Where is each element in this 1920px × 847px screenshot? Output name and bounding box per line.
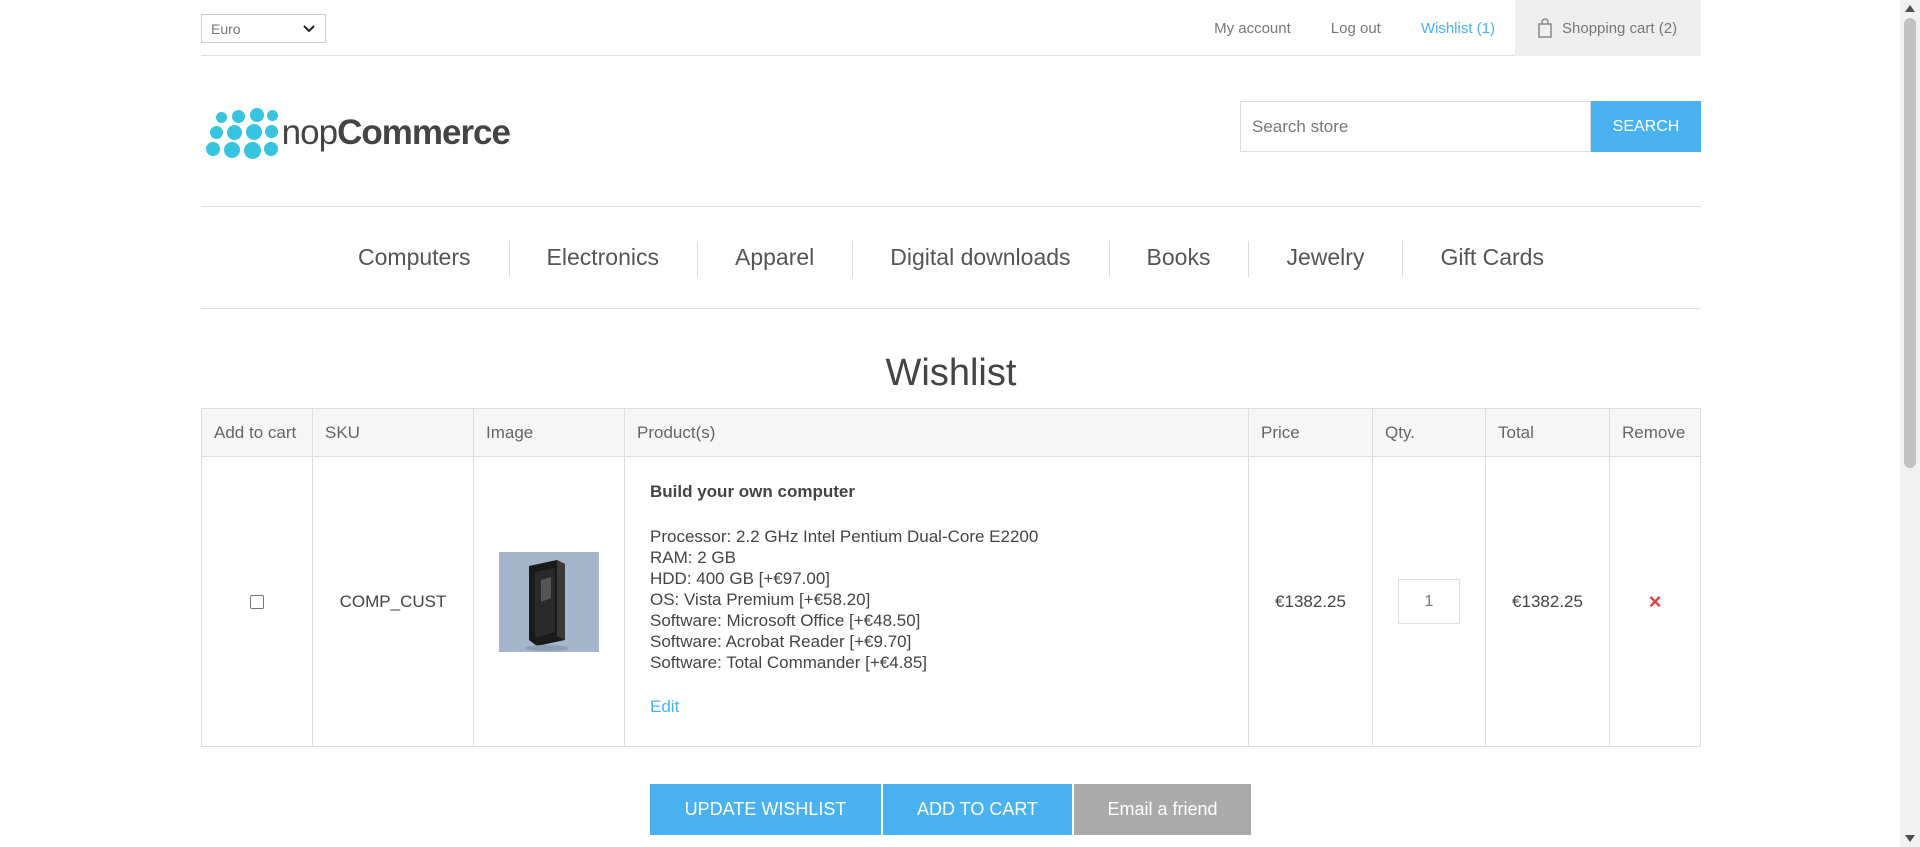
chevron-down-icon [303,24,315,32]
update-wishlist-button[interactable]: UPDATE WISHLIST [650,784,881,835]
wishlist-actions: UPDATE WISHLIST ADD TO CART Email a frie… [650,784,1253,835]
scrollbar-thumb[interactable] [1904,18,1916,468]
edit-link[interactable]: Edit [650,697,679,717]
product-attribute: Software: Total Commander [+€4.85] [650,653,928,672]
header-qty: Qty. [1373,409,1486,456]
shopping-cart-link[interactable]: Shopping cart (2) [1515,0,1701,56]
logo-text: nopCommerce [281,113,511,152]
logo-dots-icon [204,106,278,160]
header-total: Total [1486,409,1610,456]
add-to-cart-checkbox[interactable] [250,594,264,609]
header-sku: SKU [313,409,474,456]
computer-tower-image [525,559,569,651]
header-image: Image [474,409,625,456]
currency-selector[interactable]: Euro [201,14,326,43]
page-title: Wishlist [885,352,1017,394]
product-attribute: Software: Acrobat Reader [+€9.70] [650,632,912,651]
nav-item-electronics[interactable]: Electronics [508,241,697,277]
nav-item-books[interactable]: Books [1108,241,1249,277]
header-add-to-cart: Add to cart [202,409,313,456]
sku-cell: COMP_CUST [313,457,474,746]
add-to-cart-button[interactable]: ADD TO CART [883,784,1072,835]
table-header: Add to cart SKU Image Product(s) Price Q… [202,409,1700,457]
email-friend-button[interactable]: Email a friend [1074,784,1251,835]
product-name[interactable]: Build your own computer [650,482,855,502]
product-attribute: Processor: 2.2 GHz Intel Pentium Dual-Co… [650,527,1039,546]
product-attribute: RAM: 2 GB [650,548,736,567]
store-logo[interactable]: nopCommerce [204,106,511,160]
product-image[interactable] [499,551,599,652]
scroll-down-arrow-icon[interactable] [1905,835,1915,842]
scroll-up-arrow-icon[interactable] [1905,5,1915,12]
quantity-input[interactable]: 1 [1398,579,1460,624]
search-input[interactable]: Search store [1240,101,1591,152]
top-menu: Computers Electronics Apparel Digital do… [201,206,1701,309]
header-products: Product(s) [625,409,1249,456]
nav-item-digital-downloads[interactable]: Digital downloads [852,241,1108,277]
product-cell: Build your own computer Processor: 2.2 G… [625,457,1249,746]
remove-icon[interactable]: × [1649,589,1662,615]
total-cell: €1382.25 [1486,457,1610,746]
vertical-scrollbar[interactable] [1900,0,1920,847]
wishlist-table: Add to cart SKU Image Product(s) Price Q… [201,408,1701,747]
header-remove: Remove [1622,422,1686,442]
header-price: Price [1249,409,1373,456]
search-button[interactable]: SEARCH [1591,101,1701,152]
price-cell: €1382.25 [1249,457,1373,746]
wishlist-link[interactable]: Wishlist (1) [1421,20,1495,37]
product-attribute: OS: Vista Premium [+€58.20] [650,590,871,609]
my-account-link[interactable]: My account [1214,20,1291,37]
shopping-cart-label: Shopping cart (2) [1562,19,1678,37]
table-row: COMP_CUST Build your own computer Proces… [202,457,1700,746]
nav-item-computers[interactable]: Computers [320,244,508,271]
nav-item-jewelry[interactable]: Jewelry [1248,241,1402,277]
header-links-bar: Euro My account Log out Wishlist (1) Sho… [201,0,1701,56]
shopping-bag-icon [1538,18,1552,38]
product-attribute: Software: Microsoft Office [+€48.50] [650,611,921,630]
logout-link[interactable]: Log out [1331,20,1381,37]
search-box: Search store SEARCH [1240,101,1701,152]
product-attribute: HDD: 400 GB [+€97.00] [650,569,831,588]
nav-item-apparel[interactable]: Apparel [696,241,852,277]
currency-value: Euro [211,20,241,37]
nav-item-gift-cards[interactable]: Gift Cards [1402,241,1582,277]
